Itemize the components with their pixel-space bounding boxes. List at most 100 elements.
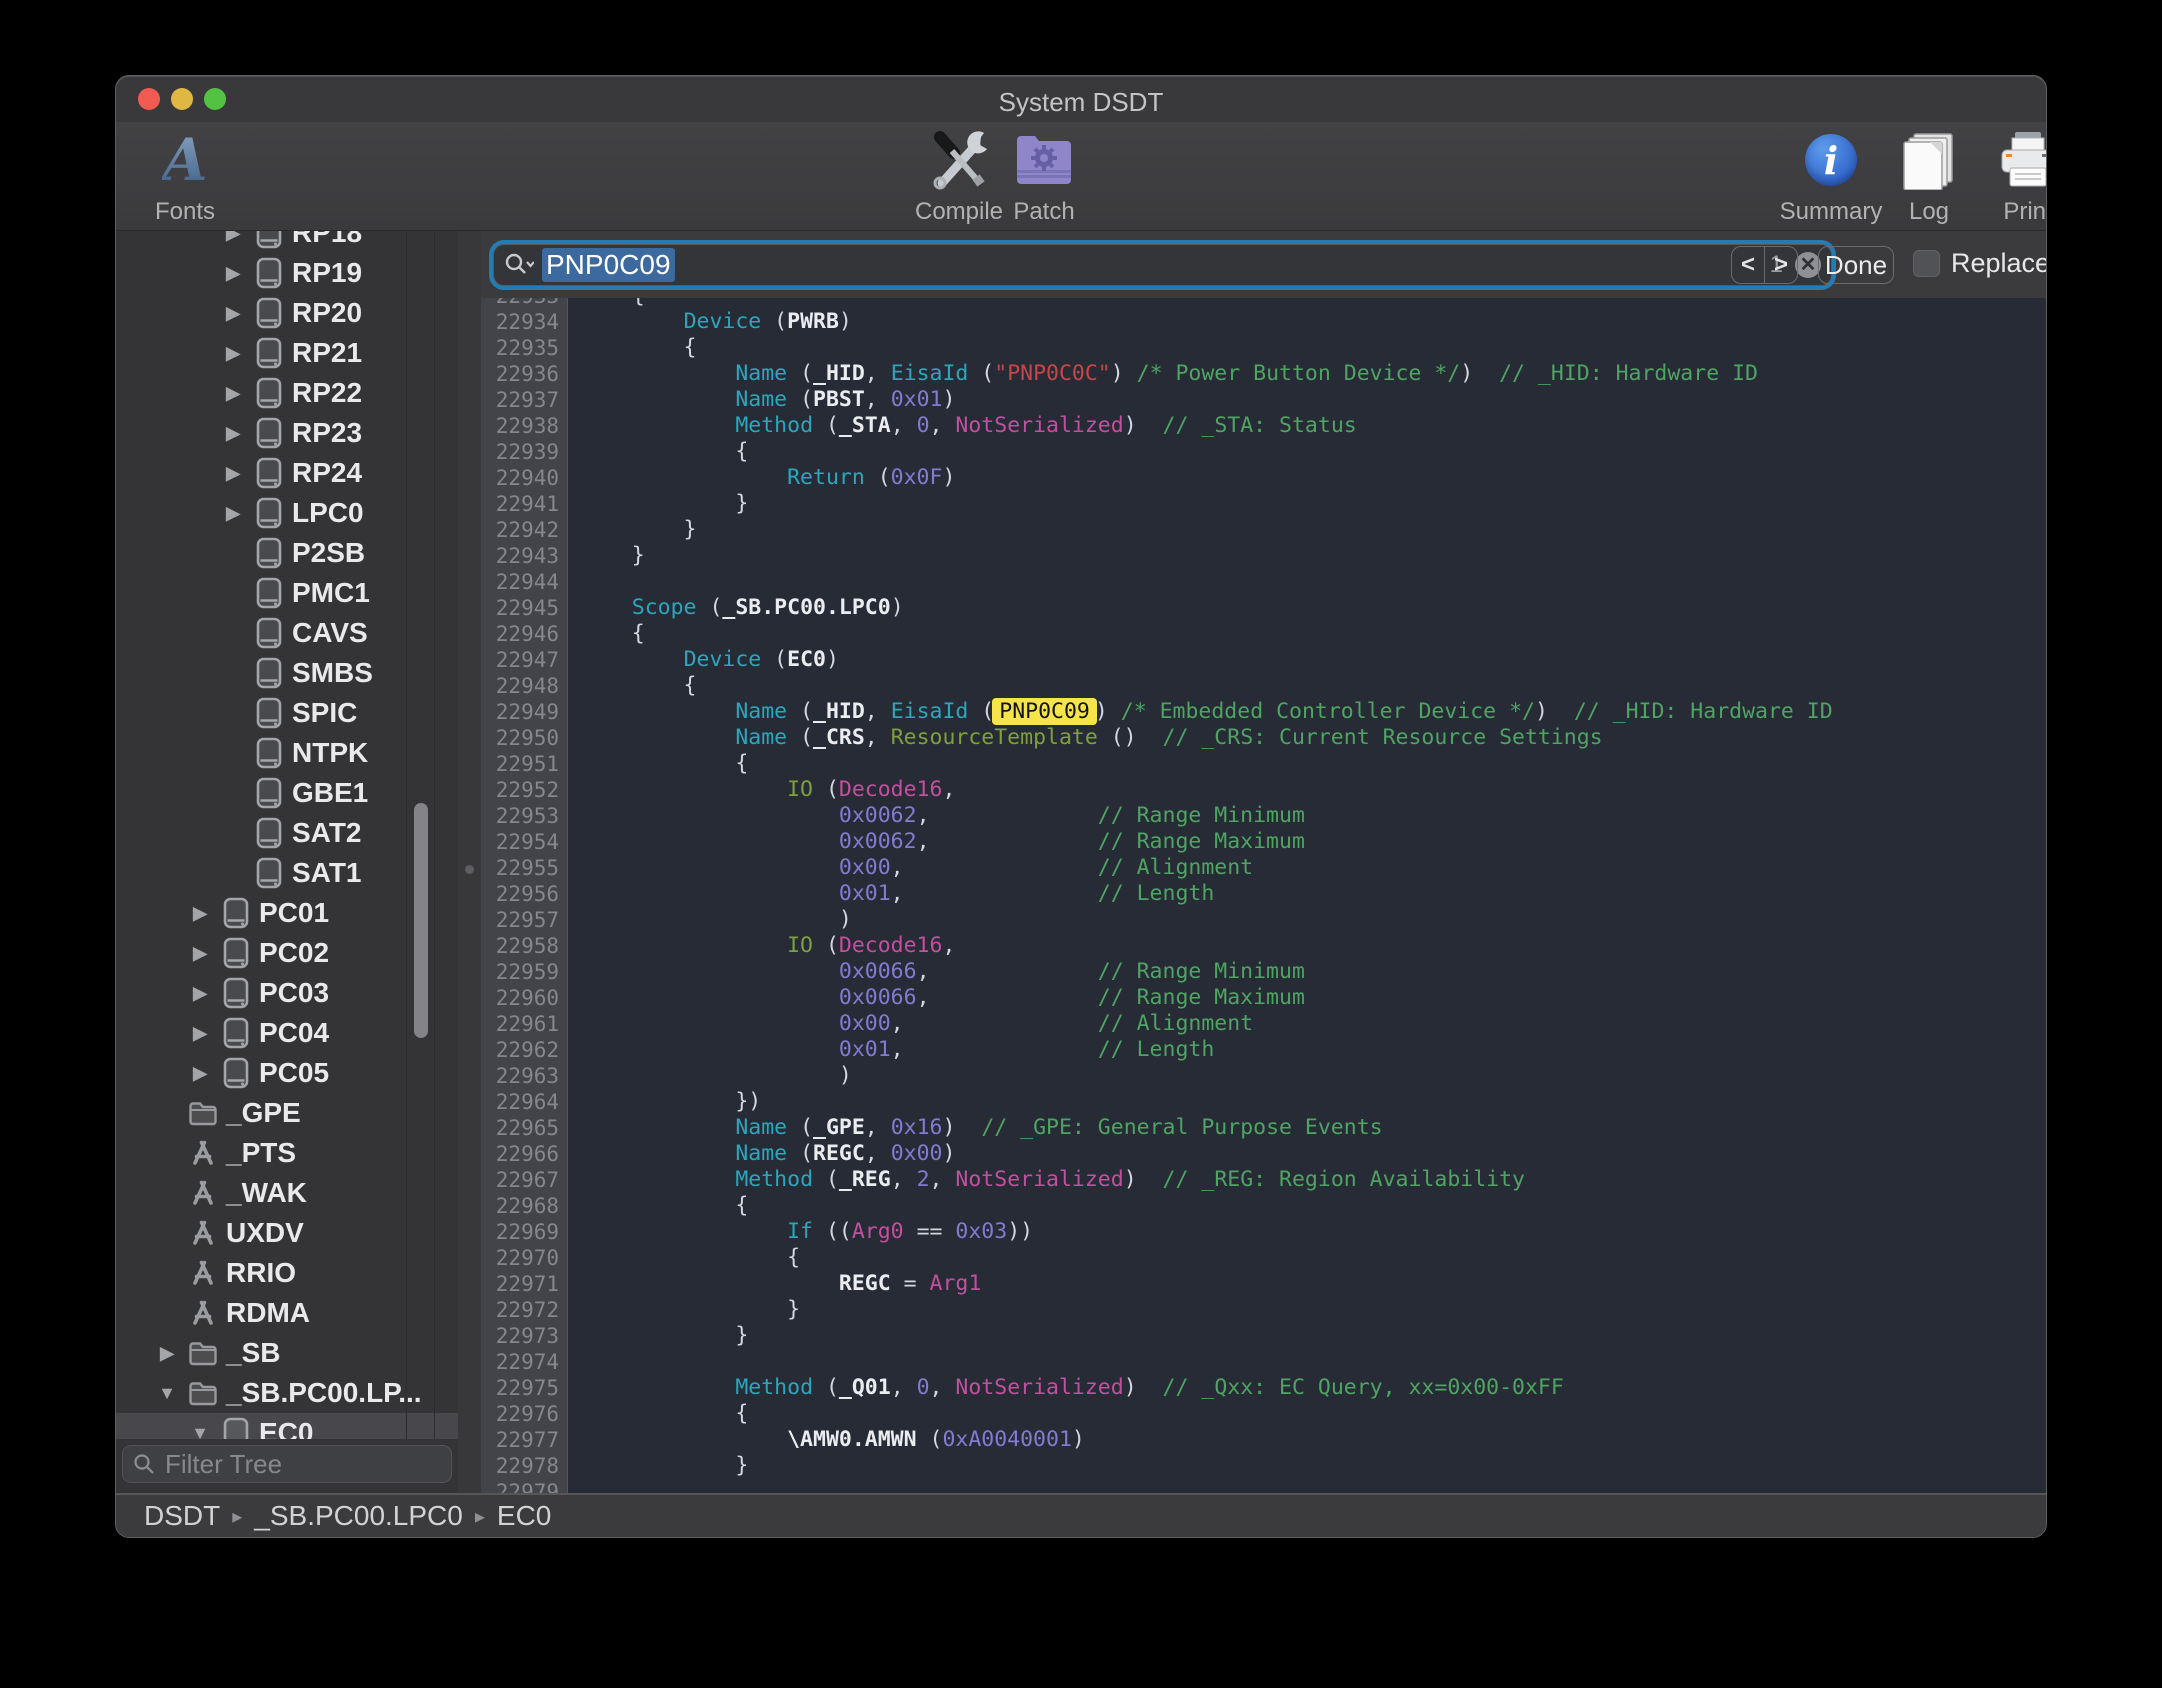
code-line: 22970 { <box>481 1245 2046 1271</box>
line-number: 22960 <box>481 985 568 1011</box>
code-line: 22934 Device (PWRB) <box>481 309 2046 335</box>
code-line: 22968 { <box>481 1193 2046 1219</box>
disclosure-triangle-icon[interactable]: ▶ <box>220 423 246 444</box>
line-number: 22973 <box>481 1323 568 1349</box>
disclosure-triangle-icon[interactable]: ▼ <box>154 1383 180 1404</box>
code-line: 22949 Name (_HID, EisaId (PNP0C09) /* Em… <box>481 699 2046 725</box>
find-previous-button[interactable]: < <box>1732 247 1765 283</box>
line-number: 22979 <box>481 1479 568 1493</box>
line-number: 22976 <box>481 1401 568 1427</box>
done-button[interactable]: Done <box>1818 246 1894 284</box>
line-number: 22959 <box>481 959 568 985</box>
breadcrumb-item[interactable]: DSDT <box>144 1500 220 1532</box>
device-icon <box>254 257 284 289</box>
pane-splitter[interactable] <box>458 231 481 1493</box>
device-icon <box>254 457 284 489</box>
code-line: 22941 } <box>481 491 2046 517</box>
device-icon <box>254 537 284 569</box>
titlebar[interactable]: System DSDT <box>116 76 2046 122</box>
fonts-icon: A <box>162 126 207 194</box>
device-icon <box>254 777 284 809</box>
tree-item-label: _PTS <box>226 1137 296 1169</box>
window: System DSDT A Fonts Compile <box>115 75 2047 1538</box>
patch-icon <box>1013 126 1075 194</box>
summary-icon: i <box>1805 126 1857 194</box>
patch-button[interactable]: Patch <box>994 126 1094 226</box>
code-line: 22939 { <box>481 439 2046 465</box>
breadcrumb-item[interactable]: _SB.PC00.LPC0 <box>254 1500 463 1532</box>
breadcrumb-separator-icon: ▸ <box>232 1504 242 1529</box>
print-button[interactable]: Print <box>1978 126 2047 226</box>
disclosure-triangle-icon[interactable]: ▶ <box>220 303 246 324</box>
disclosure-triangle-icon[interactable]: ▶ <box>220 231 246 244</box>
tree-item-label: LPC0 <box>292 497 364 529</box>
disclosure-triangle-icon[interactable]: ▶ <box>220 263 246 284</box>
log-button[interactable]: Log <box>1884 126 1974 226</box>
folder-icon <box>188 1337 218 1369</box>
line-number: 22966 <box>481 1141 568 1167</box>
sidebar-scrollbar-track[interactable] <box>406 231 435 1439</box>
line-number: 22940 <box>481 465 568 491</box>
tree-item-label: SAT1 <box>292 857 362 889</box>
toolbar: A Fonts Compile <box>116 122 2046 231</box>
code-line: 22956 0x01, // Length <box>481 881 2046 907</box>
line-number: 22952 <box>481 777 568 803</box>
code-line: 22946 { <box>481 621 2046 647</box>
code-line: 22935 { <box>481 335 2046 361</box>
print-icon <box>1998 126 2047 194</box>
disclosure-triangle-icon[interactable]: ▼ <box>187 1423 213 1440</box>
code-line: 22966 Name (REGC, 0x00) <box>481 1141 2046 1167</box>
line-number: 22943 <box>481 543 568 569</box>
line-number: 22944 <box>481 569 568 595</box>
line-number: 22947 <box>481 647 568 673</box>
line-number: 22954 <box>481 829 568 855</box>
line-number: 22974 <box>481 1349 568 1375</box>
code-line: 22972 } <box>481 1297 2046 1323</box>
device-icon <box>254 657 284 689</box>
search-icon <box>133 1453 155 1475</box>
disclosure-triangle-icon[interactable]: ▶ <box>220 383 246 404</box>
code-line: 22947 Device (EC0) <box>481 647 2046 673</box>
tree-item-label: EC0 <box>259 1417 313 1439</box>
search-input[interactable]: PNP0C09 1 ✕ <box>493 244 1832 286</box>
code-line: 22959 0x0066, // Range Minimum <box>481 959 2046 985</box>
filter-tree-input[interactable] <box>163 1448 458 1481</box>
tree-item-label: PC05 <box>259 1057 329 1089</box>
line-number: 22968 <box>481 1193 568 1219</box>
breadcrumb[interactable]: DSDT▸_SB.PC00.LPC0▸EC0 <box>116 1493 2046 1537</box>
line-number: 22949 <box>481 699 568 725</box>
replace-checkbox[interactable] <box>1913 250 1940 277</box>
line-number: 22941 <box>481 491 568 517</box>
find-next-button[interactable]: > <box>1765 247 1797 283</box>
line-number: 22936 <box>481 361 568 387</box>
disclosure-triangle-icon[interactable]: ▶ <box>187 903 213 924</box>
summary-button[interactable]: i Summary <box>1776 126 1886 226</box>
disclosure-triangle-icon[interactable]: ▶ <box>220 503 246 524</box>
code-line: 22975 Method (_Q01, 0, NotSerialized) //… <box>481 1375 2046 1401</box>
line-number: 22975 <box>481 1375 568 1401</box>
line-number: 22958 <box>481 933 568 959</box>
sidebar-scrollbar-thumb[interactable] <box>414 803 428 1038</box>
code-line: 22977 \AMW0.AMWN (0xA0040001) <box>481 1427 2046 1453</box>
filter-tree-box[interactable] <box>122 1445 452 1483</box>
device-icon <box>254 617 284 649</box>
search-icon[interactable] <box>504 252 534 278</box>
code-line: 22944 <box>481 569 2046 595</box>
tree-item-label: RP22 <box>292 377 362 409</box>
disclosure-triangle-icon[interactable]: ▶ <box>187 1063 213 1084</box>
fonts-button[interactable]: A Fonts <box>130 126 240 226</box>
folder-icon <box>188 1377 218 1409</box>
disclosure-triangle-icon[interactable]: ▶ <box>220 343 246 364</box>
disclosure-triangle-icon[interactable]: ▶ <box>220 463 246 484</box>
code-editor[interactable]: 22933 {22934 Device (PWRB)22935 {22936 N… <box>481 298 2046 1493</box>
method-icon <box>188 1217 218 1249</box>
content-area: ▶RP18▶RP19▶RP20▶RP21▶RP22▶RP23▶RP24▶LPC0… <box>116 231 2046 1493</box>
disclosure-triangle-icon[interactable]: ▶ <box>187 943 213 964</box>
window-title: System DSDT <box>116 87 2046 118</box>
tree-item-label: PC01 <box>259 897 329 929</box>
disclosure-triangle-icon[interactable]: ▶ <box>187 983 213 1004</box>
disclosure-triangle-icon[interactable]: ▶ <box>187 1023 213 1044</box>
breadcrumb-item[interactable]: EC0 <box>497 1500 551 1532</box>
code-line: 22954 0x0062, // Range Maximum <box>481 829 2046 855</box>
disclosure-triangle-icon[interactable]: ▶ <box>154 1343 180 1364</box>
